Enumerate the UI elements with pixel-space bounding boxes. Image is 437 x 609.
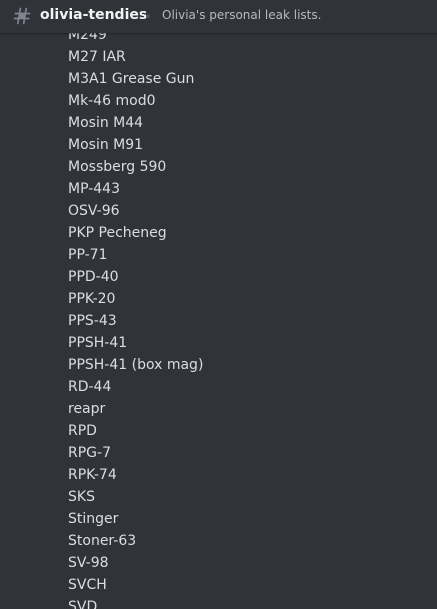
list-item: RPG-7 xyxy=(68,445,111,461)
list-item: Mosin M91 xyxy=(68,137,144,153)
list-item: RD-44 xyxy=(68,379,112,395)
list-item: SVD xyxy=(68,599,98,609)
list-item: PPSH-41 (box mag) xyxy=(68,357,204,373)
list-item: M3A1 Grease Gun xyxy=(68,71,195,87)
list-item: Stoner-63 xyxy=(68,533,137,549)
message-area[interactable]: M249 M27 IAR M3A1 Grease Gun Mk-46 mod0 Mosi… xyxy=(0,0,437,609)
list-item: Mossberg 590 xyxy=(68,159,167,175)
list-item: Stinger xyxy=(68,511,119,527)
list-item: SV-98 xyxy=(68,555,109,571)
list-item: PPS-43 xyxy=(68,313,117,329)
list-item: SKS xyxy=(68,489,95,505)
list-item: OSV-96 xyxy=(68,203,120,219)
channel-name[interactable]: olivia-tendies xyxy=(40,7,147,23)
list-item: M27 IAR xyxy=(68,49,126,65)
list-item: PPD-40 xyxy=(68,269,119,285)
list-item: PKP Pecheneg xyxy=(68,225,167,241)
list-item: PPK-20 xyxy=(68,291,116,307)
header-divider xyxy=(146,14,150,18)
list-item: PPSH-41 xyxy=(68,335,128,351)
list-item: MP-443 xyxy=(68,181,120,197)
list-item: reapr xyxy=(68,401,106,417)
discord-channel-view: M249 M27 IAR M3A1 Grease Gun Mk-46 mod0 Mosi… xyxy=(0,0,437,609)
hash-icon xyxy=(13,7,31,25)
channel-header: olivia-tendies Olivia's personal leak li… xyxy=(0,0,437,33)
list-item: RPD xyxy=(68,423,97,439)
list-item: Mk-46 mod0 xyxy=(68,93,156,109)
list-item: PP-71 xyxy=(68,247,108,263)
list-item: SVCH xyxy=(68,577,107,593)
channel-topic[interactable]: Olivia's personal leak lists. xyxy=(162,8,321,22)
list-item: Mosin M44 xyxy=(68,115,144,131)
list-item: RPK-74 xyxy=(68,467,117,483)
leak-list: M249 M27 IAR M3A1 Grease Gun Mk-46 mod0 Mosi… xyxy=(68,24,203,609)
